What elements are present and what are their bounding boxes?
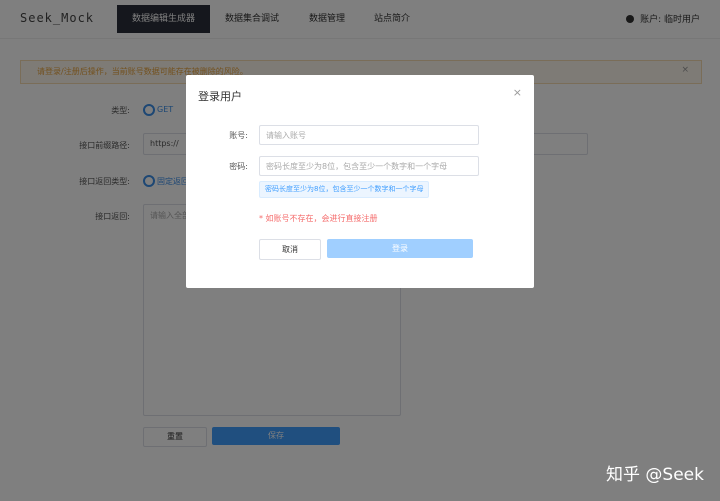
dialog-close-icon[interactable]: × (513, 86, 522, 99)
watermark: 知乎 @Seek (606, 465, 704, 485)
account-placeholder: 请输入账号 (266, 131, 306, 140)
login-button[interactable]: 登录 (327, 239, 473, 258)
cancel-button[interactable]: 取消 (259, 239, 321, 260)
account-input[interactable]: 请输入账号 (259, 125, 479, 145)
login-dialog: 登录用户 × 账号: 请输入账号 密码: 密码长度至少为8位，包含至少一个数字和… (186, 75, 534, 288)
password-tip: 密码长度至少为8位，包含至少一个数字和一个字母 (259, 181, 430, 198)
account-label: 账号: (229, 131, 248, 140)
password-placeholder: 密码长度至少为8位，包含至少一个数字和一个字母 (266, 162, 448, 171)
dialog-title: 登录用户 (198, 90, 242, 103)
password-label: 密码: (229, 162, 248, 171)
password-input[interactable]: 密码长度至少为8位，包含至少一个数字和一个字母 (259, 156, 479, 176)
register-hint: * 如账号不存在，会进行直接注册 (259, 214, 378, 223)
